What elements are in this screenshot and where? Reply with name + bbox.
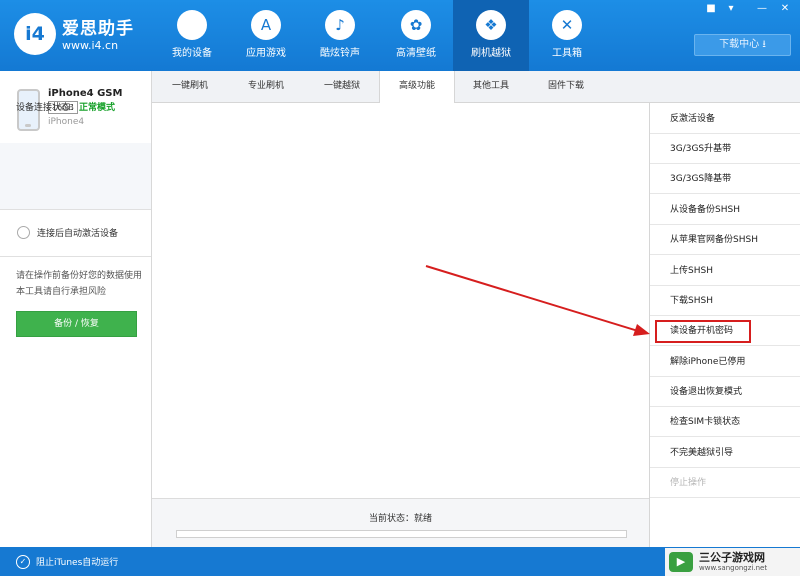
tab-pro-flash[interactable]: 专业刷机: [228, 71, 304, 102]
site-watermark: ▶ 三公子游戏网 www.sangongzi.net: [665, 548, 800, 576]
download-center-button[interactable]: 下载中心 ⭳: [694, 34, 791, 56]
current-status: 当前状态：就绪: [369, 514, 433, 524]
minimize-icon[interactable]: —: [755, 3, 769, 14]
check-icon[interactable]: ✓: [16, 555, 30, 569]
connection-status: 设备连接状态：正常模式: [16, 100, 115, 113]
device-model: iPhone4: [48, 117, 85, 127]
nav-label: 我的设备: [172, 48, 212, 59]
tab-other-tools[interactable]: 其他工具: [454, 71, 528, 102]
device-name: iPhone4 GSM: [48, 88, 123, 99]
connection-status-label: 设备连接状态：: [16, 103, 80, 113]
skin-icon[interactable]: ▾: [724, 3, 738, 14]
connection-status-value: 正常模式: [79, 103, 116, 113]
sub-tab-bar: 一键刷机 专业刷机 一键越狱 高级功能 其他工具 固件下载: [152, 71, 800, 103]
fn-unlock-disabled[interactable]: 解除iPhone已停用: [650, 347, 800, 377]
nav-label: 刷机越狱: [471, 48, 511, 59]
progress-bar: [176, 530, 627, 538]
i4-logo-icon: i4: [14, 13, 56, 55]
nav-label: 工具箱: [552, 48, 582, 59]
close-icon[interactable]: ✕: [778, 3, 792, 14]
watermark-logo-icon: ▶: [669, 552, 693, 572]
top-header: i4 爱思助手 www.i4.cn 我的设备 A 应用游戏 ♪ 酷炫铃声 ✿ 高…: [0, 0, 800, 71]
fn-deactivate[interactable]: 反激活设备: [650, 104, 800, 134]
nav-flash-jailbreak[interactable]: ❖ 刷机越狱: [453, 0, 529, 71]
nav-label: 应用游戏: [246, 48, 286, 59]
app-title: 爱思助手: [62, 19, 134, 39]
fn-tethered-boot[interactable]: 不完美越狱引导: [650, 438, 800, 468]
fn-exit-recovery[interactable]: 设备退出恢复模式: [650, 377, 800, 407]
tab-advanced[interactable]: 高级功能: [379, 71, 455, 103]
fn-backup-shsh-apple[interactable]: 从苹果官网备份SHSH: [650, 225, 800, 255]
auto-activate-radio[interactable]: [17, 226, 30, 239]
auto-activate-label: 连接后自动激活设备: [37, 229, 119, 239]
fn-backup-shsh-device[interactable]: 从设备备份SHSH: [650, 195, 800, 225]
status-area: 当前状态：就绪: [152, 498, 649, 548]
fn-upgrade-baseband[interactable]: 3G/3GS升基带: [650, 134, 800, 164]
box-icon: ❖: [476, 10, 506, 40]
device-sidebar: iPhone4 GSM 16GB iPhone4 连接后自动激活设备 请在操作前…: [0, 71, 152, 547]
nav-label: 酷炫铃声: [320, 48, 360, 59]
nav-ringtones[interactable]: ♪ 酷炫铃声: [302, 0, 378, 71]
bell-icon: ♪: [325, 10, 355, 40]
auto-activate-option[interactable]: 连接后自动激活设备: [0, 210, 151, 257]
tab-one-click-jailbreak[interactable]: 一键越狱: [304, 71, 380, 102]
tab-one-click-flash[interactable]: 一键刷机: [152, 71, 228, 102]
fn-check-sim-lock[interactable]: 检查SIM卡锁状态: [650, 407, 800, 437]
highlight-box: [655, 320, 751, 343]
nav-toolbox[interactable]: ✕ 工具箱: [529, 0, 605, 71]
backup-warning: 请在操作前备份好您的数据使用本工具请自行承担风险: [16, 271, 143, 297]
nav-label: 高清壁纸: [396, 48, 436, 59]
app-url: www.i4.cn: [62, 39, 119, 52]
block-itunes-label[interactable]: 阻止iTunes自动运行: [36, 555, 118, 568]
apple-icon: [177, 10, 207, 40]
flower-icon: ✿: [401, 10, 431, 40]
watermark-title: 三公子游戏网: [699, 551, 765, 564]
backup-restore-button[interactable]: 备份 / 恢复: [16, 311, 137, 337]
fn-downgrade-baseband[interactable]: 3G/3GS降基带: [650, 164, 800, 194]
main-content: [152, 103, 649, 547]
fn-download-shsh[interactable]: 下载SHSH: [650, 286, 800, 316]
fn-upload-shsh[interactable]: 上传SHSH: [650, 256, 800, 286]
nav-my-device[interactable]: 我的设备: [154, 0, 230, 71]
fn-stop: 停止操作: [650, 468, 800, 498]
watermark-url: www.sangongzi.net: [699, 564, 768, 572]
nav-wallpapers[interactable]: ✿ 高清壁纸: [378, 0, 454, 71]
tools-icon: ✕: [552, 10, 582, 40]
nav-apps-games[interactable]: A 应用游戏: [228, 0, 304, 71]
feedback-icon[interactable]: ■: [704, 3, 718, 14]
tab-firmware-download[interactable]: 固件下载: [528, 71, 604, 102]
connection-status-box: [0, 143, 151, 210]
app-store-icon: A: [251, 10, 281, 40]
